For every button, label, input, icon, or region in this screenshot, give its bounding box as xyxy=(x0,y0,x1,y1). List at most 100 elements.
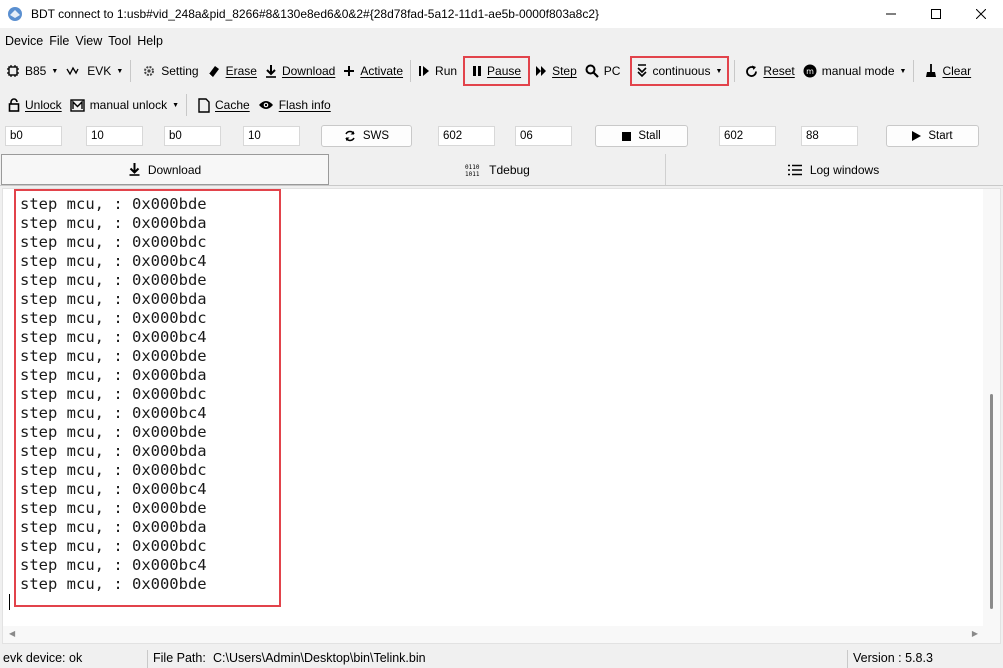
flash-info-button[interactable]: Flash info xyxy=(254,92,335,118)
clear-label: Clear xyxy=(942,64,972,78)
reset-label: Reset xyxy=(763,64,795,78)
activate-button[interactable]: Activate xyxy=(339,58,407,84)
address-field-2[interactable]: b0 xyxy=(164,126,221,146)
close-icon xyxy=(975,9,986,19)
manual-unlock-label: manual unlock xyxy=(89,98,168,112)
file-icon xyxy=(198,97,210,113)
menu-help[interactable]: Help xyxy=(137,34,163,48)
cache-label: Cache xyxy=(215,98,250,112)
manual-unlock-select[interactable]: manual unlock ▼ xyxy=(66,92,183,118)
clear-button[interactable]: Clear xyxy=(921,58,975,84)
run-icon xyxy=(419,66,430,76)
tab-tdebug-label: Tdebug xyxy=(489,162,530,177)
cache-button[interactable]: Cache xyxy=(194,92,254,118)
waveform-icon xyxy=(66,66,79,76)
value-field-2[interactable]: 10 xyxy=(243,126,300,146)
setting-label: Setting xyxy=(161,64,199,78)
file-path-label: File Path: xyxy=(153,651,206,665)
log-line: step mcu, : 0x000bdc xyxy=(20,233,207,251)
log-output-area[interactable]: step mcu, : 0x000bde step mcu, : 0x000bd… xyxy=(2,188,1001,644)
minimize-icon xyxy=(885,13,896,15)
binary-icon: 01101011 xyxy=(465,164,480,177)
tab-log-windows[interactable]: Log windows xyxy=(666,154,1001,185)
chevron-down-icon: ▼ xyxy=(51,67,59,75)
start-button[interactable]: Start xyxy=(886,125,979,147)
download-button[interactable]: Download xyxy=(261,58,339,84)
run-label: Run xyxy=(435,64,458,78)
log-line: step mcu, : 0x000bda xyxy=(20,518,207,536)
menu-tool[interactable]: Tool xyxy=(108,34,131,48)
menu-bar: Device File View Tool Help xyxy=(0,30,169,52)
vertical-scroll-thumb[interactable] xyxy=(990,394,993,609)
scroll-left-icon[interactable]: ◀ xyxy=(9,629,15,638)
address-field-1[interactable]: b0 xyxy=(5,126,62,146)
svg-text:m: m xyxy=(806,67,814,76)
value-field-4[interactable]: 88 xyxy=(801,126,858,146)
maximize-icon xyxy=(930,9,941,19)
pause-button[interactable]: Pause xyxy=(463,56,531,86)
log-line: step mcu, : 0x000bc4 xyxy=(20,480,207,498)
erase-button[interactable]: Erase xyxy=(203,58,261,84)
manual-mode-select[interactable]: m manual mode ▼ xyxy=(799,58,911,84)
unlock-label: Unlock xyxy=(25,98,62,112)
maximize-button[interactable] xyxy=(913,0,958,28)
run-mode-select[interactable]: continuous ▼ xyxy=(630,56,730,86)
run-button[interactable]: Run xyxy=(414,58,461,84)
chevron-down-icon: ▼ xyxy=(715,67,723,75)
sws-label: SWS xyxy=(362,130,390,142)
setting-button[interactable]: Setting xyxy=(138,58,202,84)
status-bar: evk device: ok File Path: C:\Users\Admin… xyxy=(0,650,1003,668)
run-mode-label: continuous xyxy=(652,64,711,78)
log-lines: step mcu, : 0x000bde step mcu, : 0x000bd… xyxy=(15,195,279,600)
menu-device[interactable]: Device xyxy=(5,34,43,48)
stall-label: Stall xyxy=(638,130,661,142)
reset-button[interactable]: Reset xyxy=(741,58,798,84)
board-select[interactable]: EVK ▼ xyxy=(62,58,127,84)
chevron-down-icon: ▼ xyxy=(116,67,124,75)
close-button[interactable] xyxy=(958,0,1003,28)
log-line: step mcu, : 0x000bc4 xyxy=(20,252,207,270)
chevron-down-icon: ▼ xyxy=(172,101,180,109)
svg-text:1011: 1011 xyxy=(465,171,480,177)
board-label: EVK xyxy=(87,64,112,78)
log-line: step mcu, : 0x000bdc xyxy=(20,537,207,555)
chip-icon xyxy=(7,65,19,77)
chevron-down-icon: ▼ xyxy=(899,67,907,75)
value-field-1[interactable]: 10 xyxy=(86,126,143,146)
start-label: Start xyxy=(928,130,953,142)
stall-button[interactable]: Stall xyxy=(595,125,688,147)
tab-tdebug[interactable]: 0110 1011 Tdebug xyxy=(330,154,666,185)
address-field-4[interactable]: 602 xyxy=(719,126,776,146)
device-status: evk device: ok xyxy=(3,651,83,665)
menu-file[interactable]: File xyxy=(49,34,69,48)
download-icon xyxy=(129,163,140,176)
minimize-button[interactable] xyxy=(868,0,913,28)
value-field-3[interactable]: 06 xyxy=(515,126,572,146)
eye-icon xyxy=(258,101,273,109)
log-line: step mcu, : 0x000bde xyxy=(20,195,207,213)
mail-icon xyxy=(69,98,85,112)
log-line: step mcu, : 0x000bda xyxy=(20,442,207,460)
pc-button[interactable]: PC xyxy=(581,58,625,84)
log-line: step mcu, : 0x000bc4 xyxy=(20,404,207,422)
title-bar: BDT connect to 1:usb#vid_248a&pid_8266#8… xyxy=(0,0,1003,28)
main-toolbar: B85 ▼ EVK ▼ Setting Erase Download Activ… xyxy=(0,56,1003,86)
erase-label: Erase xyxy=(225,64,257,78)
tab-log-windows-label: Log windows xyxy=(809,162,880,177)
sws-button[interactable]: SWS xyxy=(321,125,412,147)
address-field-3[interactable]: 602 xyxy=(438,126,495,146)
vertical-scrollbar[interactable] xyxy=(983,189,1000,627)
download-label: Download xyxy=(281,64,336,78)
chip-label: B85 xyxy=(25,64,47,78)
scroll-right-icon[interactable]: ▶ xyxy=(972,629,978,638)
version-label: Version : 5.8.3 xyxy=(853,651,933,665)
unlock-button[interactable]: Unlock xyxy=(4,92,66,118)
tab-download[interactable]: Download xyxy=(1,154,329,185)
window-title: BDT connect to 1:usb#vid_248a&pid_8266#8… xyxy=(31,7,600,21)
horizontal-scrollbar[interactable]: ◀ ▶ xyxy=(3,626,1000,643)
menu-view[interactable]: View xyxy=(75,34,102,48)
sync-icon xyxy=(345,130,355,142)
chip-select[interactable]: B85 ▼ xyxy=(2,58,62,84)
pc-label: PC xyxy=(603,64,621,78)
step-button[interactable]: Step xyxy=(531,58,581,84)
